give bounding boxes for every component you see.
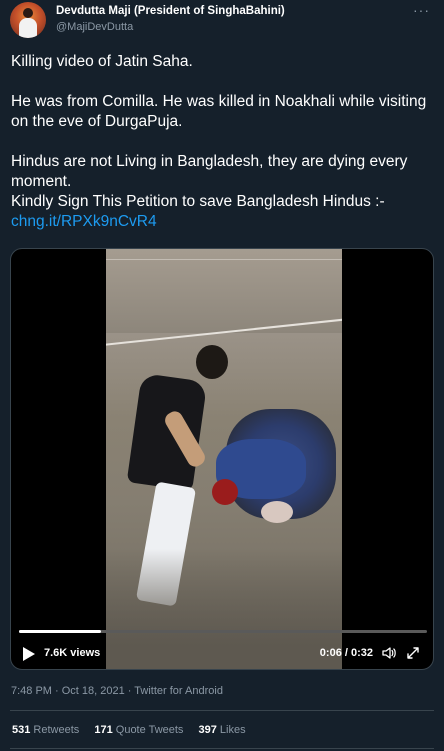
avatar[interactable] (10, 2, 46, 38)
divider (10, 710, 434, 711)
video-scene-figure-torso (126, 372, 208, 492)
video-progress-fill (19, 630, 101, 633)
likes-stat[interactable]: 397 Likes (199, 724, 246, 736)
tweet-line-petition: Kindly Sign This Petition to save Bangla… (11, 193, 385, 210)
tweet-line-statement: Hindus are not Living in Bangladesh, the… (11, 153, 408, 190)
author-name[interactable]: Devdutta Maji (President of SinghaBahini… (56, 5, 285, 17)
video-timestamp: 0:06 / 0:32 (319, 647, 373, 659)
play-icon[interactable] (23, 647, 35, 661)
video-scene-stain (212, 479, 238, 505)
engagement-stats: 531 Retweets 171 Quote Tweets 397 Likes (12, 724, 258, 736)
avatar-figure-head (23, 8, 33, 18)
fullscreen-icon[interactable] (405, 645, 421, 661)
video-scene-wall (106, 249, 342, 333)
tweet-text: Killing video of Jatin Saha. He was from… (11, 52, 436, 232)
quote-tweets-stat[interactable]: 171 Quote Tweets (94, 724, 183, 736)
volume-icon[interactable] (381, 645, 397, 661)
petition-link[interactable]: chng.it/RPXk9nCvR4 (11, 213, 157, 230)
tweet-line-title: Killing video of Jatin Saha. (11, 53, 193, 70)
tweet-line-origin: He was from Comilla. He was killed in No… (11, 93, 427, 130)
author-handle[interactable]: @MajiDevDutta (56, 21, 133, 33)
more-options-icon[interactable]: ··· (413, 2, 430, 18)
video-scene-figure-head (261, 501, 293, 523)
video-progress-bar[interactable] (19, 630, 427, 633)
video-player[interactable]: 7.6K views 0:06 / 0:32 (10, 248, 434, 670)
video-scene-wire-top (106, 259, 342, 260)
avatar-figure-body (19, 18, 37, 38)
tweet-timestamp-source[interactable]: 7:48 PM · Oct 18, 2021 · Twitter for And… (11, 685, 223, 697)
video-view-count: 7.6K views (44, 647, 101, 659)
video-scene-floor (106, 549, 342, 669)
retweets-stat[interactable]: 531 Retweets (12, 724, 79, 736)
divider (10, 748, 434, 749)
video-frame[interactable] (106, 249, 342, 669)
video-scene-figure-head-standing (196, 345, 228, 379)
